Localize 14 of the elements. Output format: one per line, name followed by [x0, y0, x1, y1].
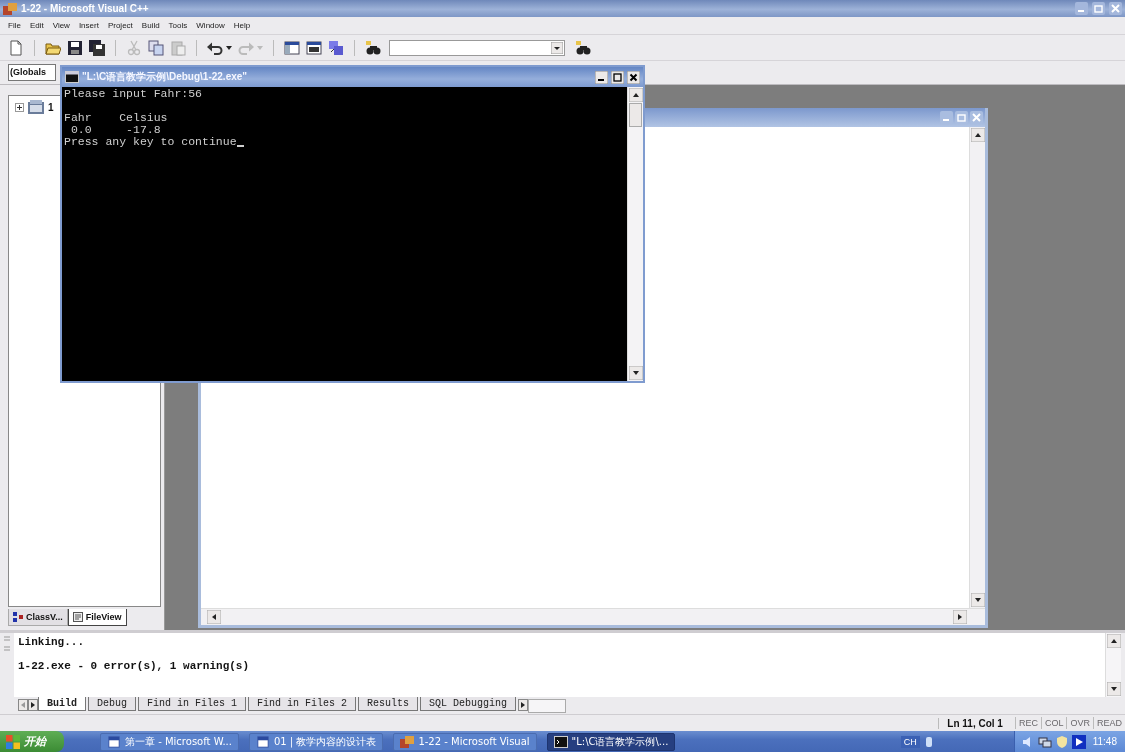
window-title: 1-22 - Microsoft Visual C++	[21, 3, 149, 14]
status-indicator: REC	[1014, 717, 1041, 729]
console-line: Please input Fahr:56	[64, 88, 203, 100]
console-line: 0.0 -17.8	[69, 124, 161, 136]
clock: 11:48	[1092, 736, 1117, 747]
status-indicator: COL	[1040, 717, 1067, 729]
output-line: Linking...	[18, 636, 84, 648]
status-indicator: OVR	[1066, 717, 1093, 729]
status-indicator: READ	[1093, 717, 1125, 729]
console-line: Fahr Celsius	[64, 112, 168, 124]
output-line: 1-22.exe - 0 error(s), 1 warning(s)	[18, 660, 250, 672]
cursor-position: Ln 11, Col 1	[938, 717, 1015, 729]
console-line: Press any key to continue	[64, 136, 237, 148]
console-title: "L:\C语言教学示例\Debug\1-22.exe"	[82, 70, 248, 84]
